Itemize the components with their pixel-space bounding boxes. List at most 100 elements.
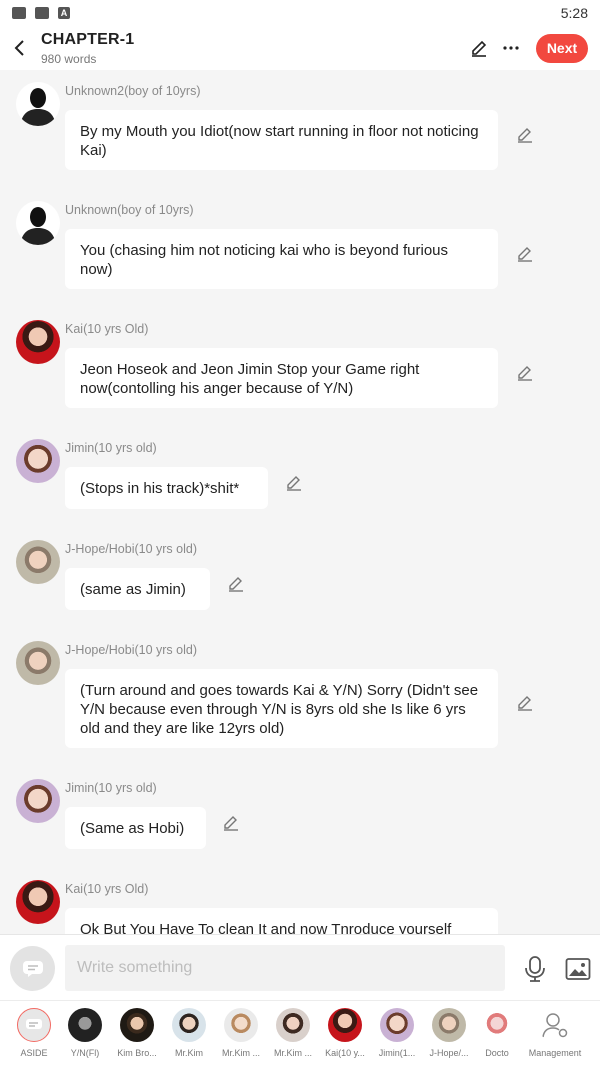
speaker-name: J-Hope/Hobi(10 yrs old): [65, 542, 197, 556]
character-label: Mr.Kim ...: [222, 1048, 260, 1058]
message-bubble[interactable]: (Stops in his track)*shit*: [65, 467, 268, 509]
character-label: Kim Bro...: [117, 1048, 157, 1058]
silhouette-avatar-icon: [20, 207, 56, 245]
edit-chapter-button[interactable]: [468, 37, 490, 59]
more-options-button[interactable]: [500, 37, 522, 59]
character-item[interactable]: Mr.Kim ...: [267, 1008, 319, 1058]
edit-message-button[interactable]: [516, 694, 534, 712]
back-button[interactable]: [0, 26, 40, 70]
message-bubble[interactable]: Jeon Hoseok and Jeon Jimin Stop your Gam…: [65, 348, 498, 408]
character-label: Mr.Kim: [175, 1048, 203, 1058]
message-bubble[interactable]: Ok But You Have To clean It and now Tnro…: [65, 908, 498, 934]
status-bar: A 5:28: [0, 0, 600, 26]
character-label: Kai(10 y...: [325, 1048, 365, 1058]
silhouette-avatar-icon: [20, 88, 56, 126]
character-item[interactable]: J-Hope/...: [423, 1008, 475, 1058]
avatar[interactable]: [16, 880, 60, 924]
character-item[interactable]: Y/N(Fl): [59, 1008, 111, 1058]
insert-image-button[interactable]: [565, 957, 591, 981]
speaker-name: Unknown(boy of 10yrs): [65, 203, 194, 217]
chapter-title: CHAPTER-1: [41, 30, 135, 48]
edit-message-button[interactable]: [285, 474, 303, 492]
edit-message-button[interactable]: [516, 245, 534, 263]
microphone-icon: [525, 956, 545, 982]
avatar: [120, 1008, 154, 1042]
user-settings-icon: [542, 1013, 568, 1038]
avatar[interactable]: [16, 779, 60, 823]
character-label: Management: [528, 1048, 582, 1058]
message-bubble[interactable]: By my Mouth you Idiot(now start running …: [65, 110, 498, 170]
pencil-icon: [518, 696, 532, 711]
avatar: [328, 1008, 362, 1042]
speaker-name: Kai(10 yrs Old): [65, 882, 149, 896]
message-bubble[interactable]: You (chasing him not noticing kai who is…: [65, 229, 498, 289]
avatar: [172, 1008, 206, 1042]
avatar: [380, 1008, 414, 1042]
pencil-icon: [287, 476, 301, 491]
avatar[interactable]: [16, 439, 60, 483]
avatar: [224, 1008, 258, 1042]
avatar: [432, 1008, 466, 1042]
edit-message-button[interactable]: [222, 814, 240, 832]
word-count: 980 words: [41, 51, 97, 66]
management-avatar: [538, 1008, 572, 1042]
speaker-name: Jimin(10 yrs old): [65, 441, 157, 455]
character-item[interactable]: Mr.Kim ...: [215, 1008, 267, 1058]
composer: [0, 934, 600, 1000]
chevron-left-icon: [14, 40, 24, 56]
app-notification-icon: A: [58, 7, 70, 19]
message-bubble[interactable]: (Same as Hobi): [65, 807, 206, 849]
avatar: [68, 1008, 102, 1042]
header: CHAPTER-1 980 words Next: [0, 26, 600, 70]
pencil-icon: [518, 366, 532, 381]
character-item[interactable]: Jimin(1...: [371, 1008, 423, 1058]
image-icon: [565, 958, 591, 980]
avatar[interactable]: [16, 320, 60, 364]
speaker-name: J-Hope/Hobi(10 yrs old): [65, 643, 197, 657]
character-bar: ASIDE Y/N(Fl) Kim Bro... Mr.Kim Mr.Kim .…: [0, 1000, 600, 1067]
folder-notification-icon: [35, 7, 49, 19]
speaker-name: Kai(10 yrs Old): [65, 322, 149, 336]
pencil-icon: [229, 577, 243, 592]
character-label: Mr.Kim ...: [274, 1048, 312, 1058]
chat-bubble-icon: [22, 960, 43, 977]
pen-icon: [472, 40, 487, 57]
chat-thread[interactable]: Unknown2(boy of 10yrs) By my Mouth you I…: [0, 70, 600, 934]
status-time: 5:28: [560, 5, 588, 21]
character-item[interactable]: Mr.Kim: [163, 1008, 215, 1058]
character-label: J-Hope/...: [429, 1048, 469, 1058]
character-aside[interactable]: ASIDE: [8, 1008, 60, 1058]
edit-message-button[interactable]: [227, 575, 245, 593]
voice-input-button[interactable]: [522, 955, 548, 983]
avatar[interactable]: [16, 82, 60, 126]
edit-message-button[interactable]: [516, 364, 534, 382]
aside-avatar: [17, 1008, 51, 1042]
avatar: [480, 1008, 514, 1042]
message-bubble[interactable]: (same as Jimin): [65, 568, 210, 610]
avatar[interactable]: [16, 641, 60, 685]
character-label: ASIDE: [20, 1048, 48, 1058]
aside-toggle-button[interactable]: [10, 946, 55, 991]
avatar[interactable]: [16, 201, 60, 245]
pencil-icon: [518, 128, 532, 143]
next-button[interactable]: Next: [536, 33, 588, 63]
chat-bubble-icon: [26, 1019, 42, 1029]
pencil-icon: [518, 247, 532, 262]
more-dots-icon: [503, 46, 519, 50]
message-input[interactable]: [65, 945, 505, 991]
character-item[interactable]: Kai(10 y...: [319, 1008, 371, 1058]
edit-message-button[interactable]: [516, 126, 534, 144]
speaker-name: Jimin(10 yrs old): [65, 781, 157, 795]
avatar[interactable]: [16, 540, 60, 584]
chapter-title-block: CHAPTER-1 980 words: [41, 31, 134, 66]
character-item[interactable]: Docto: [472, 1008, 522, 1058]
avatar: [276, 1008, 310, 1042]
character-label: Docto: [485, 1048, 509, 1058]
character-label: Y/N(Fl): [70, 1048, 100, 1058]
speaker-name: Unknown2(boy of 10yrs): [65, 84, 201, 98]
character-management[interactable]: Management: [524, 1008, 586, 1058]
message-bubble[interactable]: (Turn around and goes towards Kai & Y/N)…: [65, 669, 498, 748]
character-label: Jimin(1...: [378, 1048, 416, 1058]
character-item[interactable]: Kim Bro...: [111, 1008, 163, 1058]
image-notification-icon: [12, 7, 26, 19]
